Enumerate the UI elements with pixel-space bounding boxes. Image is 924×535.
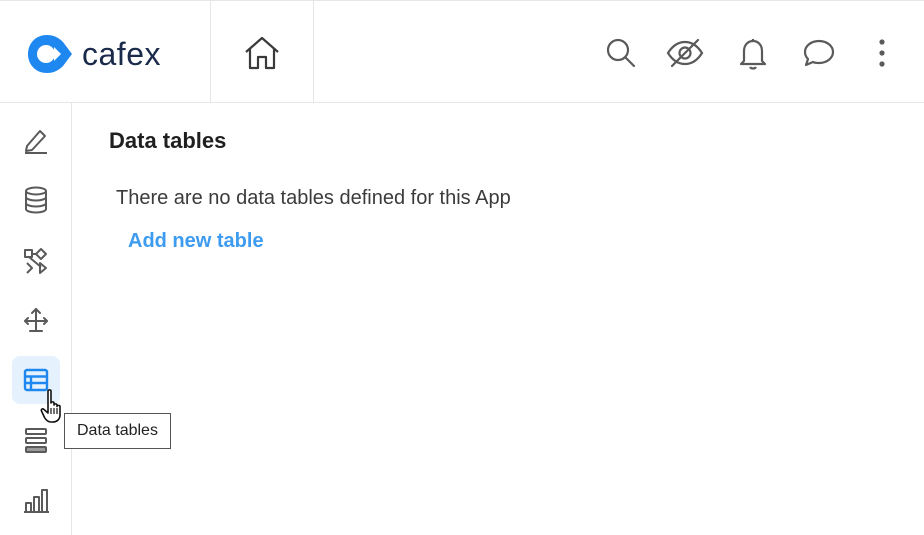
sidebar-item-edit[interactable] (12, 116, 60, 164)
add-new-table-link[interactable]: Add new table (128, 230, 264, 253)
bell-icon (739, 39, 767, 70)
sidebar-item-integrations[interactable] (12, 296, 60, 344)
sidebar-item-analytics[interactable] (12, 476, 60, 524)
tooltip: Data tables (64, 413, 171, 449)
brand-name: cafex (82, 35, 161, 72)
sidebar (0, 103, 72, 535)
divider (210, 1, 211, 103)
page-title: Data tables (109, 128, 227, 153)
chat-icon (803, 39, 835, 67)
app-logo[interactable]: cafex (26, 32, 161, 76)
hand-cursor-icon (40, 389, 61, 423)
empty-state-message: There are no data tables defined for thi… (116, 187, 511, 209)
pencil-icon (25, 130, 47, 154)
preview-toggle-button[interactable] (665, 33, 705, 73)
home-button[interactable] (240, 33, 284, 73)
sidebar-item-database[interactable] (12, 176, 60, 224)
eye-off-icon (666, 38, 704, 68)
workflow-icon (24, 248, 47, 274)
cafex-logo-icon (28, 35, 72, 73)
more-vertical-icon (879, 39, 885, 67)
stack-icon (25, 428, 47, 453)
comments-button[interactable] (799, 33, 839, 73)
search-button[interactable] (601, 33, 641, 73)
home-icon (245, 36, 279, 70)
search-icon (606, 38, 636, 68)
database-icon (25, 186, 47, 214)
top-bar: cafex (0, 0, 924, 103)
bar-chart-icon (24, 489, 49, 513)
more-options-button[interactable] (862, 33, 902, 73)
notifications-button[interactable] (733, 33, 773, 73)
connections-icon (24, 308, 48, 332)
sidebar-item-workflow[interactable] (12, 236, 60, 284)
divider (313, 1, 314, 103)
